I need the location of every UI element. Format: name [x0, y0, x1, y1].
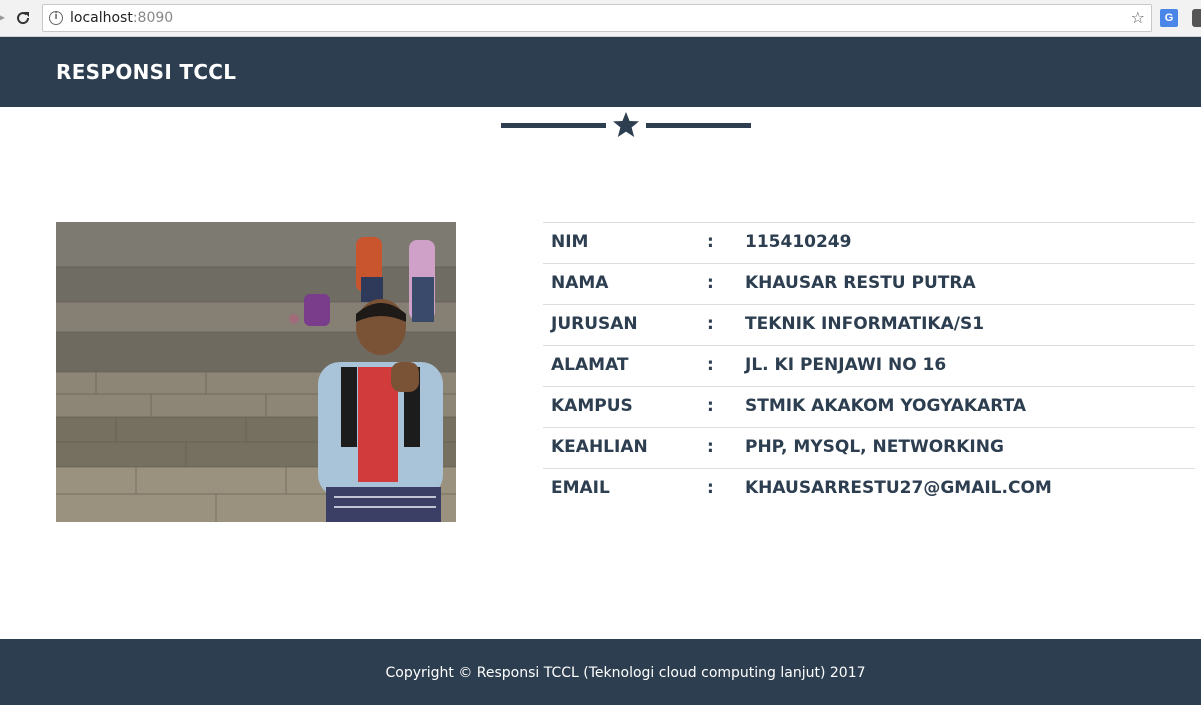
table-row: NAMA : KHAUSAR RESTU PUTRA [543, 263, 1195, 305]
row-separator: : [707, 436, 714, 457]
extension-icon[interactable] [1192, 9, 1201, 27]
star-icon [613, 112, 639, 137]
row-label: ALAMAT [551, 354, 629, 375]
address-bar[interactable]: i localhost:8090 ☆ [42, 4, 1152, 32]
bookmark-star-icon[interactable]: ☆ [1131, 8, 1145, 27]
table-row: NIM : 115410249 [543, 222, 1195, 264]
info-icon[interactable]: i [49, 11, 63, 25]
row-value: PHP, MYSQL, NETWORKING [745, 436, 1004, 457]
browser-toolbar: ▸ i localhost:8090 ☆ G [0, 0, 1201, 37]
row-label: JURUSAN [551, 313, 638, 334]
translate-extension-icon[interactable]: G [1160, 9, 1178, 27]
table-row: KAMPUS : STMIK AKAKOM YOGYAKARTA [543, 386, 1195, 428]
url-text[interactable]: localhost:8090 [70, 10, 173, 26]
copyright-text: Copyright © Responsi TCCL (Teknologi clo… [385, 665, 866, 681]
divider-line-right [646, 123, 751, 128]
row-separator: : [707, 231, 714, 252]
profile-photo [56, 222, 456, 522]
row-label: NAMA [551, 272, 609, 293]
navbar: RESPONSI TCCL [0, 37, 1201, 107]
row-value: KHAUSARRESTU27@GMAIL.COM [745, 477, 1052, 498]
url-port: :8090 [132, 10, 174, 26]
row-separator: : [707, 395, 714, 416]
row-separator: : [707, 313, 714, 334]
row-separator: : [707, 272, 714, 293]
star-divider [501, 111, 751, 139]
row-label: KAMPUS [551, 395, 633, 416]
profile-info-table: NIM : 115410249 NAMA : KHAUSAR RESTU PUT… [543, 222, 1195, 510]
footer: Copyright © Responsi TCCL (Teknologi clo… [0, 639, 1201, 705]
divider-line-left [501, 123, 606, 128]
row-separator: : [707, 354, 714, 375]
navbar-brand[interactable]: RESPONSI TCCL [56, 60, 236, 84]
row-label: NIM [551, 231, 589, 252]
table-row: KEAHLIAN : PHP, MYSQL, NETWORKING [543, 427, 1195, 469]
row-label: EMAIL [551, 477, 610, 498]
row-separator: : [707, 477, 714, 498]
row-value: JL. KI PENJAWI NO 16 [745, 354, 947, 375]
table-row: EMAIL : KHAUSARRESTU27@GMAIL.COM [543, 468, 1195, 510]
table-row: ALAMAT : JL. KI PENJAWI NO 16 [543, 345, 1195, 387]
table-row: JURUSAN : TEKNIK INFORMATIKA/S1 [543, 304, 1195, 346]
row-label: KEAHLIAN [551, 436, 648, 457]
row-value: KHAUSAR RESTU PUTRA [745, 272, 976, 293]
back-arrow-icon[interactable]: ▸ [0, 7, 12, 29]
row-value: TEKNIK INFORMATIKA/S1 [745, 313, 985, 334]
url-host: localhost [70, 10, 133, 26]
reload-icon[interactable] [12, 7, 34, 29]
row-value: STMIK AKAKOM YOGYAKARTA [745, 395, 1027, 416]
row-value: 115410249 [745, 231, 852, 252]
